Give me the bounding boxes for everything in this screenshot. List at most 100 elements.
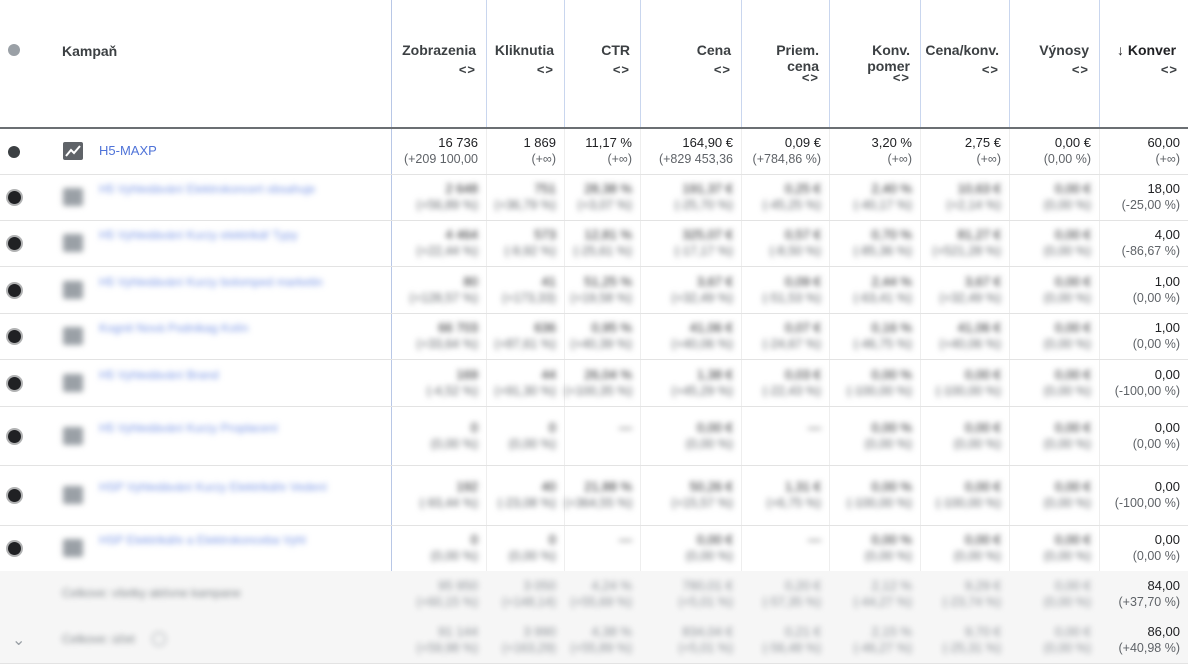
- campaign-name-link[interactable]: H5-MAXP: [99, 143, 157, 159]
- cell-cost-per-conv: 0,00 € (-100,00 %): [920, 367, 1001, 399]
- cell-cost-per-conv: 9,70 € (-25,31 %): [920, 624, 1001, 656]
- sort-arrows-icon[interactable]: <>: [459, 62, 476, 77]
- campaign-name-link[interactable]: HSP Elektrikáře a Elektrokonceba Vyhl: [99, 532, 329, 548]
- cell-value: 11,17 %: [585, 135, 632, 150]
- campaign-type-icon: [63, 486, 83, 504]
- column-header-revenue[interactable]: Výnosy <>: [1009, 0, 1099, 128]
- column-header-campaign[interactable]: Kampaň: [62, 43, 117, 59]
- cell-impressions: 91 144 (+59,98 %): [391, 624, 479, 656]
- cell-cost: 325,07 € (-17,17 %): [640, 227, 733, 259]
- status-enabled-icon[interactable]: [8, 330, 21, 343]
- status-enabled-icon[interactable]: [8, 146, 20, 158]
- column-header-avg-cpc[interactable]: Priem. cena <>: [741, 0, 829, 128]
- status-enabled-icon[interactable]: [8, 191, 21, 204]
- cell-conversions: 0,00 (0,00 %): [1099, 532, 1180, 564]
- status-header-icon[interactable]: [8, 44, 20, 56]
- sort-arrows-icon[interactable]: <>: [1072, 62, 1089, 77]
- cell-change: (+15,57 %): [671, 496, 734, 510]
- cell-change: (0,00 %): [1043, 337, 1091, 351]
- cell-ctr: 4,24 % (+55,69 %): [564, 578, 633, 610]
- column-header-ctr[interactable]: CTR <>: [564, 0, 640, 128]
- cell-clicks: 44 (+91,30 %): [486, 366, 557, 399]
- campaign-name-link[interactable]: H5 Vyhledávání Kurzy elektrikář Typy: [99, 227, 329, 243]
- cell-value: 0,16 %: [871, 320, 912, 335]
- column-header-clicks[interactable]: Kliknutia <>: [486, 0, 564, 128]
- cell-cost-per-conv: 0,00 € (0,00 %): [920, 420, 1001, 452]
- sort-arrows-icon[interactable]: <>: [1161, 62, 1178, 77]
- help-icon[interactable]: [152, 632, 166, 646]
- cell-change: (+59,98 %): [416, 641, 479, 655]
- column-header-label: CTR: [601, 42, 630, 58]
- column-header-conversions[interactable]: ↓ Konver <>: [1099, 0, 1188, 128]
- cell-cost: 0,00 € (0,00 %): [640, 532, 733, 564]
- cell-clicks: 0 (0,00 %): [486, 532, 556, 564]
- sort-arrows-icon[interactable]: <>: [537, 62, 554, 77]
- column-header-impressions[interactable]: Zobrazenia <>: [391, 0, 486, 128]
- campaign-name-link[interactable]: H5 Vyhledávání Elektrokoncert obsahuje: [99, 181, 329, 197]
- cell-avg-cpc: 0,21 € (-56,48 %): [741, 624, 821, 656]
- cell-revenue: 0,00 € (0,00 %): [1009, 532, 1091, 564]
- cell-value: 3,67 €: [964, 273, 1001, 289]
- cell-change: (-86,67 %): [1121, 244, 1180, 258]
- cell-change: (-4,52 %): [426, 383, 478, 398]
- status-enabled-icon[interactable]: [8, 237, 21, 250]
- cell-cost-per-conv: 3,67 € (+32,49 %): [920, 273, 1002, 306]
- cell-conv-rate: 2,44 % (-63,41 %): [829, 274, 912, 306]
- cell-value: 0,00 €: [1054, 624, 1091, 639]
- status-enabled-icon[interactable]: [8, 429, 21, 443]
- column-header-conv-rate[interactable]: Konv. pomer <>: [829, 0, 920, 128]
- sort-arrows-icon[interactable]: <>: [802, 70, 819, 85]
- cell-value: 4,24 %: [591, 578, 632, 593]
- status-enabled-icon[interactable]: [8, 376, 21, 390]
- column-header-cost-per-conv[interactable]: Cena/konv. <>: [920, 0, 1009, 128]
- status-enabled-icon[interactable]: [8, 283, 21, 297]
- cell-value: 50,26 €: [689, 479, 733, 494]
- cell-impressions: 192 (-93,44 %): [391, 479, 478, 511]
- status-enabled-icon[interactable]: [8, 542, 21, 555]
- sort-arrows-icon[interactable]: <>: [982, 62, 999, 77]
- cell-value: 9,29 €: [964, 578, 1001, 593]
- cell-conversions: 18,00 (-25,00 %): [1099, 181, 1180, 213]
- column-divider: [829, 0, 830, 128]
- campaign-name-link[interactable]: HSP Vyhledávání Kurzy Elektrikáře Vedení: [99, 479, 329, 495]
- cell-value: 1,38 €: [696, 366, 733, 382]
- column-header-cost[interactable]: Cena <>: [640, 0, 741, 128]
- cell-value: 2,75 €: [964, 135, 1001, 150]
- cell-value: 95 950: [438, 578, 478, 593]
- campaign-name-link[interactable]: H5 Vyhledávání Kurzy Proplacení: [99, 420, 329, 436]
- cell-conversions: 0,00 (0,00 %): [1099, 420, 1180, 452]
- cell-change: (0,00 %): [1132, 436, 1180, 451]
- campaign-name-link[interactable]: Kognit Nová Podnikag Kolín: [99, 320, 329, 336]
- sort-arrows-icon[interactable]: <>: [613, 62, 630, 77]
- cell-value: 0,00 %: [871, 479, 912, 494]
- cell-cost-per-conv: 0,00 € (0,00 %): [920, 532, 1001, 564]
- cell-value: 40: [541, 479, 556, 494]
- chevron-down-icon[interactable]: ⌄: [12, 630, 25, 650]
- campaign-name-link[interactable]: H5 Vyhledávání Kurzy bolomped marketin: [99, 274, 329, 290]
- sort-arrows-icon[interactable]: <>: [714, 62, 731, 77]
- campaign-type-icon: [63, 188, 83, 206]
- cell-value: 636: [534, 320, 556, 335]
- cell-clicks: 41 (+173,33): [486, 274, 556, 306]
- cell-ctr: 12,81 % (-25,61 %): [564, 227, 632, 259]
- cell-change: (+40,06 %): [671, 337, 734, 351]
- cell-impressions: 66 703 (+33,64 %): [391, 320, 479, 352]
- cell-change: (-57,35 %): [762, 595, 821, 609]
- cell-clicks: 3 990 (+163,29): [486, 624, 556, 656]
- cell-change: (-25,31 %): [942, 641, 1001, 655]
- cell-value: 12,81 %: [584, 227, 632, 242]
- cell-avg-cpc: 0,25 € (-45,25 %): [741, 181, 821, 213]
- cell-conversions: 84,00 (+37,70 %): [1099, 578, 1181, 610]
- sort-arrows-icon[interactable]: <>: [893, 70, 910, 85]
- cell-impressions: 0 (0,00 %): [391, 420, 478, 452]
- cell-change: (0,00 %): [1132, 337, 1180, 351]
- cell-change: (-22,43 %): [762, 383, 821, 398]
- cell-impressions: 4 464 (+22,44 %): [391, 227, 479, 259]
- cell-change: (+100,35 %): [564, 383, 633, 398]
- cell-revenue: 0,00 € (0,00 %): [1009, 320, 1091, 352]
- cell-value: 44: [541, 366, 556, 382]
- cell-change: (-25,61 %): [573, 244, 632, 258]
- status-enabled-icon[interactable]: [8, 489, 21, 502]
- campaign-name-link[interactable]: H5 Vyhledávání Brand: [99, 367, 329, 383]
- cell-conv-rate: 2,40 % (-40,17 %): [829, 181, 912, 213]
